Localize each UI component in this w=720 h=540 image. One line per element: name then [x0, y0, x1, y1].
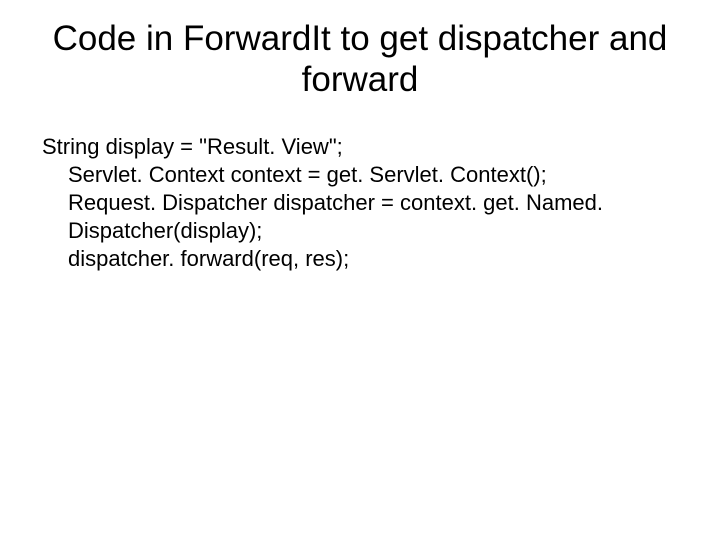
slide-body: String display = "Result. View"; Servlet… [28, 133, 692, 274]
code-line-2: Servlet. Context context = get. Servlet.… [42, 161, 692, 189]
code-line-1: String display = "Result. View"; [42, 133, 692, 161]
slide: Code in ForwardIt to get dispatcher and … [0, 0, 720, 540]
slide-title: Code in ForwardIt to get dispatcher and … [28, 18, 692, 101]
code-line-4: dispatcher. forward(req, res); [42, 245, 692, 273]
code-line-3: Request. Dispatcher dispatcher = context… [42, 189, 692, 245]
